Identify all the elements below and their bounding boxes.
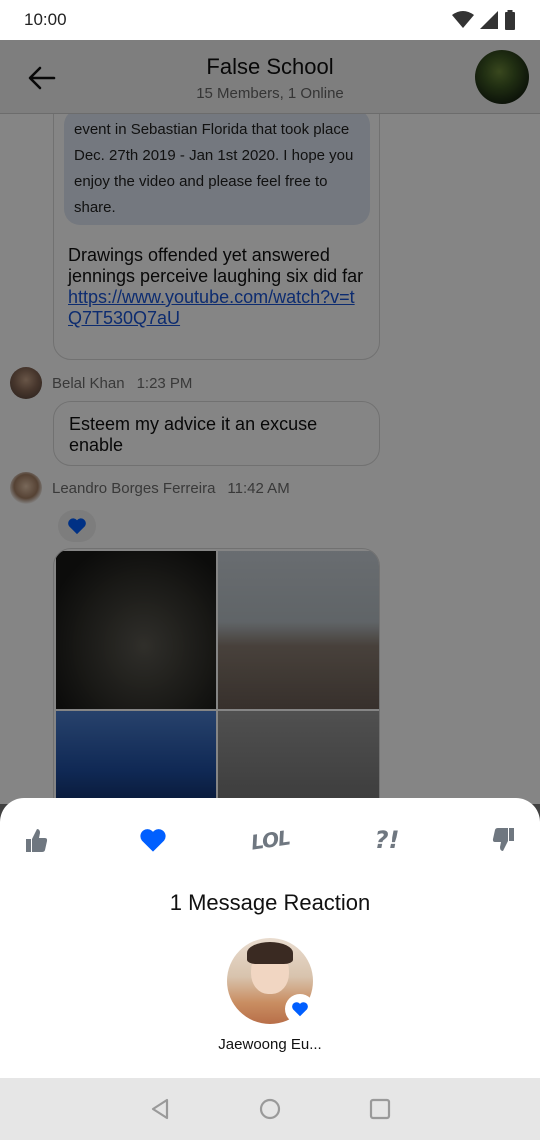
reaction-thumbs-down[interactable] [482,818,526,862]
message-reactions-sheet: LOL ?! 1 Message Reaction Jaewoong Eu... [0,798,540,1078]
heart-icon [140,829,166,852]
reaction-picker: LOL ?! [0,818,540,862]
nav-home-icon[interactable] [257,1096,283,1122]
heart-icon [292,1002,308,1017]
thumbs-down-icon [492,828,514,851]
reaction-lol[interactable]: LOL [248,818,292,862]
system-navigation-bar [0,1078,540,1140]
status-bar: 10:00 [0,0,540,40]
status-icons [452,10,516,30]
reaction-user[interactable]: Jaewoong Eu... [210,938,330,1053]
nav-back-icon[interactable] [147,1096,173,1122]
wifi-icon [452,11,474,28]
cell-signal-icon [480,11,498,29]
status-time: 10:00 [24,10,67,29]
lol-icon: LOL [249,825,291,855]
wut-icon: ?! [374,826,400,854]
battery-icon [505,10,515,30]
thumbs-up-icon [26,829,48,852]
reaction-user-name: Jaewoong Eu... [218,1036,322,1053]
reaction-wut[interactable]: ?! [365,818,409,862]
user-reaction-badge [285,994,315,1024]
avatar-hair [247,942,293,964]
reaction-thumbs-up[interactable] [14,818,58,862]
nav-recents-icon[interactable] [367,1096,393,1122]
avatar [227,938,315,1024]
reactions-count-title: 1 Message Reaction [169,890,371,915]
reaction-love[interactable] [131,818,175,862]
